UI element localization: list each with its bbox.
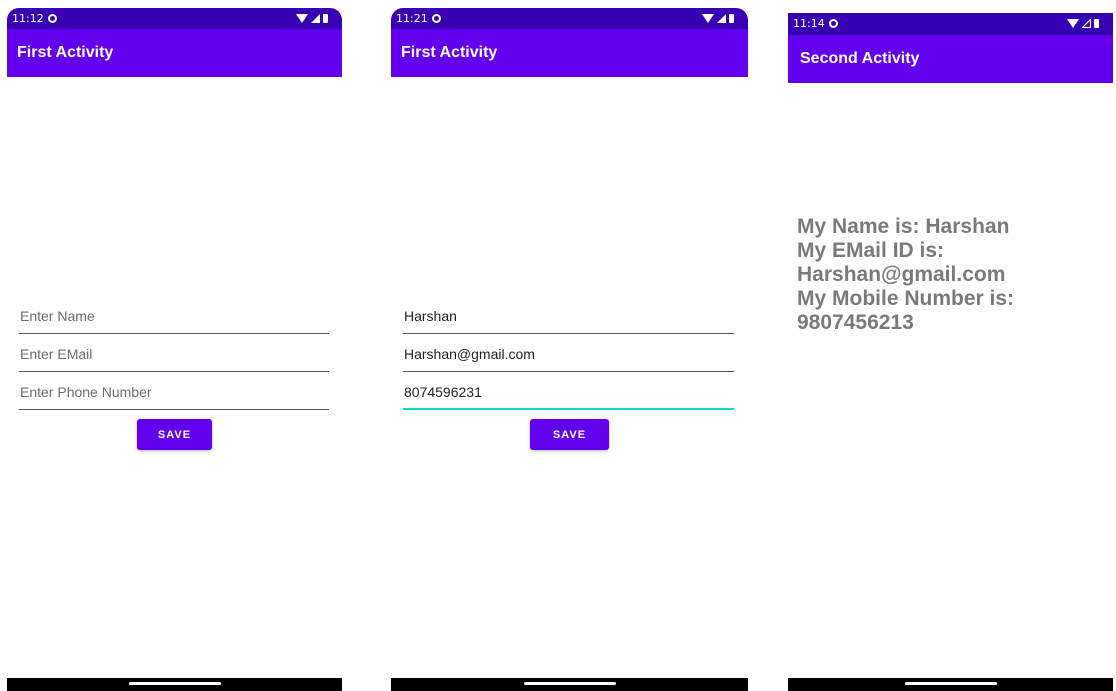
wifi-icon <box>296 14 308 23</box>
status-bar: 11:12 <box>7 8 342 29</box>
save-button[interactable]: SAVE <box>530 419 609 450</box>
status-time: 11:21 <box>396 8 441 29</box>
navigation-bar <box>7 678 342 691</box>
save-button[interactable]: SAVE <box>137 419 212 450</box>
status-icons <box>702 8 734 29</box>
cellular-signal-icon <box>1082 19 1091 28</box>
cellular-signal-icon <box>717 14 726 23</box>
home-gesture-handle[interactable] <box>523 682 616 685</box>
settings-gear-icon <box>431 14 441 23</box>
app-bar-title: First Activity <box>391 29 748 77</box>
cellular-signal-icon <box>311 14 320 23</box>
name-input[interactable]: Enter Name <box>19 306 329 334</box>
email-input[interactable]: Harshan@gmail.com <box>403 344 734 372</box>
email-input[interactable]: Enter EMail <box>19 344 329 372</box>
wifi-icon <box>1067 19 1079 28</box>
status-icons <box>296 8 328 29</box>
wifi-icon <box>702 14 714 23</box>
navigation-bar <box>391 678 748 691</box>
status-icons <box>1067 13 1099 34</box>
app-bar-title: First Activity <box>7 29 342 77</box>
app-bar-title: Second Activity <box>788 35 1113 83</box>
settings-gear-icon <box>828 19 838 28</box>
phone-number-input[interactable]: Enter Phone Number <box>19 382 329 410</box>
battery-icon <box>1094 19 1099 28</box>
battery-icon <box>729 14 734 23</box>
phone-number-input[interactable]: 8074596231 <box>403 382 734 410</box>
name-input[interactable]: Harshan <box>403 306 734 334</box>
settings-gear-icon <box>47 14 57 23</box>
status-bar: 11:21 <box>391 8 748 29</box>
home-gesture-handle[interactable] <box>128 682 221 685</box>
status-time: 11:12 <box>12 8 57 29</box>
phone-screen-second-activity: 11:14 Second Activity My Name is: Harsha… <box>788 13 1113 691</box>
home-gesture-handle[interactable] <box>904 682 997 685</box>
battery-icon <box>323 14 328 23</box>
phone-screen-first-activity-filled: 11:21 First Activity Harshan Harshan@gma… <box>391 8 748 691</box>
user-details-text: My Name is: Harshan My EMail ID is: Hars… <box>797 215 1015 334</box>
status-bar: 11:14 <box>788 13 1113 35</box>
navigation-bar <box>788 678 1113 691</box>
status-time: 11:14 <box>793 13 838 35</box>
phone-screen-first-activity-empty: 11:12 First Activity Enter Name Enter EM… <box>7 8 342 691</box>
